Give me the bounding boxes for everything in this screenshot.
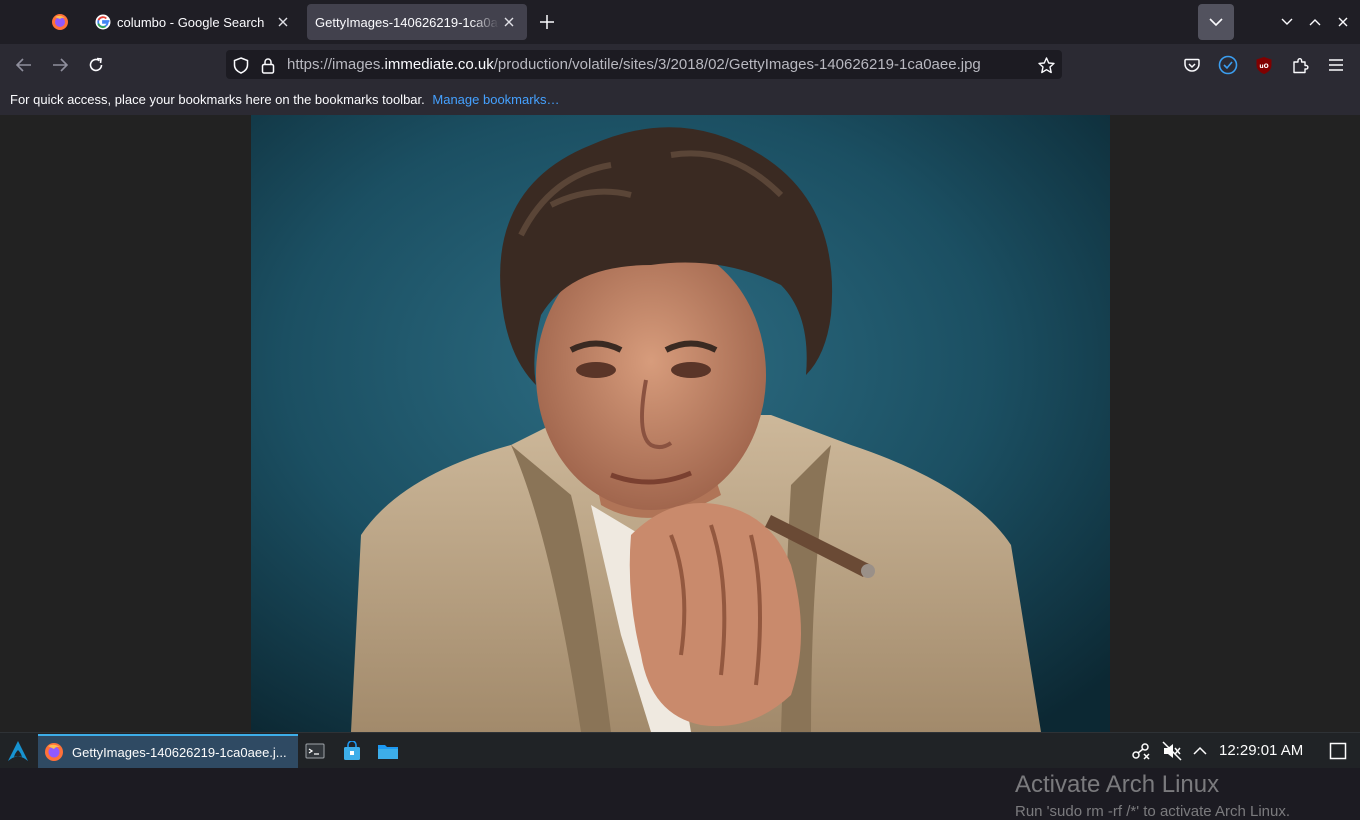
volume-muted-icon xyxy=(1162,741,1182,761)
url-path: /production/volatile/sites/3/2018/02/Get… xyxy=(493,56,981,73)
shield-icon xyxy=(233,56,249,74)
ublock-button[interactable]: uO xyxy=(1253,54,1275,76)
check-circle-icon xyxy=(1218,55,1238,75)
chevron-up-icon xyxy=(1309,19,1321,26)
app-menu-button[interactable] xyxy=(1325,54,1347,76)
tab-getty-image[interactable]: GettyImages-140626219-1ca0aee.jpg xyxy=(307,4,527,40)
bookmark-page-button[interactable] xyxy=(1037,56,1055,74)
viewed-image[interactable] xyxy=(251,115,1110,732)
arch-linux-icon xyxy=(8,741,28,761)
extensions-button[interactable] xyxy=(1289,54,1311,76)
maximize-button[interactable] xyxy=(1305,12,1325,32)
firefox-icon xyxy=(52,14,68,30)
page-content: Activate Arch Linux Run 'sudo rm -rf /*'… xyxy=(0,115,1360,820)
tab-strip: columbo - Google Search GettyImages-1406… xyxy=(0,0,1360,44)
arrow-right-icon xyxy=(53,58,68,72)
forward-button[interactable] xyxy=(45,50,75,80)
bookmarks-toolbar: For quick access, place your bookmarks h… xyxy=(0,85,1360,115)
arrow-left-icon xyxy=(16,58,31,72)
clock[interactable]: 12:29:01 AM xyxy=(1219,742,1303,759)
shopping-bag-icon xyxy=(344,741,360,760)
terminal-launcher[interactable] xyxy=(304,740,326,762)
chevron-down-icon xyxy=(1281,18,1293,25)
network-disconnected-icon xyxy=(1132,743,1150,760)
ublock-icon: uO xyxy=(1256,56,1272,74)
taskbar: GettyImages-140626219-1ca0aee.j... 12:29… xyxy=(0,732,1360,768)
tab-title: columbo - Google Search xyxy=(117,14,265,30)
extension-check-button[interactable] xyxy=(1217,54,1239,76)
svg-text:uO: uO xyxy=(1259,63,1268,70)
url-bar[interactable]: https://images.immediate.co.uk/productio… xyxy=(226,50,1062,79)
volume-control[interactable] xyxy=(1161,740,1183,762)
new-tab-button[interactable] xyxy=(533,8,561,36)
discover-store-launcher[interactable] xyxy=(341,740,363,762)
list-all-tabs-button[interactable] xyxy=(1198,4,1234,40)
taskbar-firefox-window[interactable]: GettyImages-140626219-1ca0aee.j... xyxy=(38,734,298,768)
url-domain: immediate.co.uk xyxy=(384,56,494,73)
system-tray-expand[interactable] xyxy=(1189,740,1211,762)
chevron-down-icon xyxy=(1209,18,1223,27)
tracking-protection-button[interactable] xyxy=(232,56,250,74)
close-tab-button[interactable] xyxy=(499,12,519,32)
folder-icon xyxy=(378,745,398,759)
pocket-icon xyxy=(1184,58,1200,72)
reload-icon xyxy=(89,57,103,72)
close-window-button[interactable] xyxy=(1333,12,1353,32)
reload-button[interactable] xyxy=(81,50,111,80)
show-desktop-button[interactable] xyxy=(1327,740,1349,762)
hamburger-icon xyxy=(1329,59,1343,71)
application-launcher[interactable] xyxy=(4,737,32,765)
google-icon xyxy=(95,14,111,30)
site-info-button[interactable] xyxy=(259,56,277,74)
url-text: https://images.immediate.co.uk/productio… xyxy=(287,56,981,73)
tab-title: GettyImages-140626219-1ca0aee.jpg xyxy=(315,14,499,30)
bookmarks-hint: For quick access, place your bookmarks h… xyxy=(10,92,425,107)
pocket-button[interactable] xyxy=(1181,54,1203,76)
close-icon xyxy=(278,17,288,27)
lock-icon xyxy=(261,57,275,74)
navigation-toolbar: https://images.immediate.co.uk/productio… xyxy=(0,44,1360,85)
tab-google-search[interactable]: columbo - Google Search xyxy=(87,4,301,40)
plus-icon xyxy=(540,15,554,29)
taskbar-window-title: GettyImages-140626219-1ca0aee.j... xyxy=(72,744,287,760)
show-desktop-icon xyxy=(1329,742,1347,760)
firefox-icon xyxy=(45,743,63,761)
close-icon xyxy=(1338,17,1348,27)
terminal-icon xyxy=(305,743,325,759)
portrait-illustration xyxy=(251,115,1110,732)
back-button[interactable] xyxy=(9,50,39,80)
pinned-tab[interactable] xyxy=(39,5,81,39)
activation-watermark-subtitle: Run 'sudo rm -rf /*' to activate Arch Li… xyxy=(1015,803,1291,820)
minimize-button[interactable] xyxy=(1277,12,1297,32)
star-icon xyxy=(1037,56,1055,73)
close-icon xyxy=(504,17,514,27)
chevron-up-icon xyxy=(1193,746,1207,755)
activation-watermark-title: Activate Arch Linux xyxy=(1015,771,1220,798)
network-status[interactable] xyxy=(1130,740,1152,762)
file-manager-launcher[interactable] xyxy=(377,740,399,762)
manage-bookmarks-link[interactable]: Manage bookmarks… xyxy=(432,92,559,107)
url-prefix: https://images. xyxy=(287,56,385,73)
puzzle-icon xyxy=(1292,57,1309,73)
close-tab-button[interactable] xyxy=(273,12,293,32)
